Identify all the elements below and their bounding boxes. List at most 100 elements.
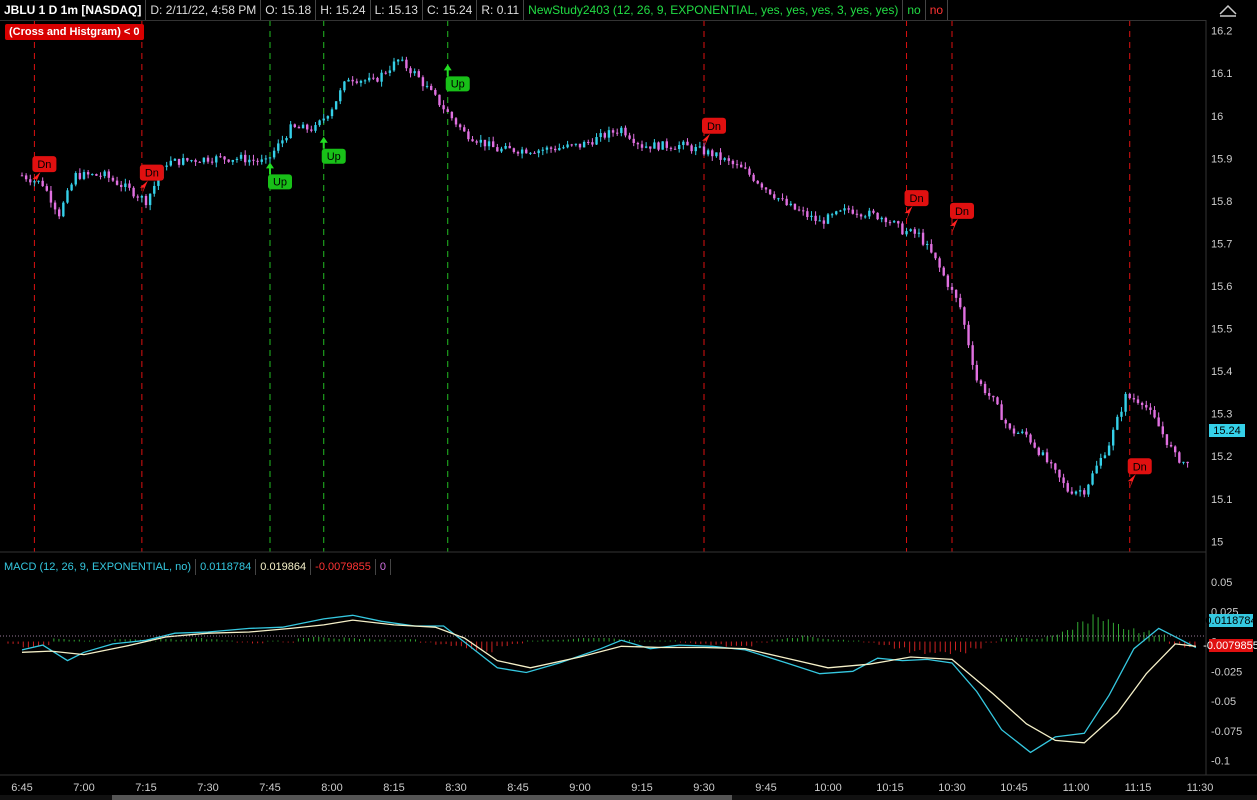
candle-body <box>657 142 660 150</box>
time-tick-label: 9:15 <box>631 782 652 794</box>
candle-body <box>851 209 854 214</box>
candle-body <box>198 161 201 163</box>
candle-body <box>376 77 379 82</box>
signal-marker-dn: Dn <box>950 202 974 233</box>
candle-body <box>388 70 392 73</box>
candle-body <box>727 158 730 161</box>
time-tick-label: 11:00 <box>1063 782 1090 794</box>
candle-body <box>239 154 243 159</box>
study-label[interactable]: NewStudy2403 (12, 26, 9, EXPONENTIAL, ye… <box>524 0 904 20</box>
signal-markers: Dn Dn Up Up Up Dn Dn Dn Dn <box>32 64 1152 489</box>
candle-body <box>959 297 962 308</box>
time-tick-label: 9:00 <box>569 782 590 794</box>
candle-body <box>173 158 177 161</box>
candle-body <box>231 159 234 162</box>
candle-body <box>644 146 648 148</box>
candle-body <box>516 151 520 154</box>
price-tick-label: 16 <box>1211 111 1223 123</box>
macd-header: MACD (12, 26, 9, EXPONENTIAL, no) 0.0118… <box>0 558 1206 576</box>
candle-body <box>1174 446 1177 453</box>
time-tick-label: 11:30 <box>1187 782 1214 794</box>
candle-body <box>1132 398 1136 400</box>
symbol-label[interactable]: JBLU 1 D 1m [NASDAQ] <box>0 0 147 20</box>
candle-body <box>1182 461 1185 463</box>
candle-body <box>1124 393 1127 412</box>
candle-body <box>711 150 714 157</box>
candle-body <box>756 180 759 184</box>
candle-body <box>1087 484 1090 495</box>
time-tick-label: 11:15 <box>1125 782 1152 794</box>
chart-canvas: Dn Dn Up Up Up Dn Dn Dn Dn 15 15.1 15.2 15.3 15.4 15.… <box>0 20 1257 794</box>
candle-body <box>595 137 598 145</box>
time-tick-label: 8:45 <box>507 782 528 794</box>
last-price-text: 15.24 <box>1213 425 1241 437</box>
candle-body <box>136 196 139 198</box>
candle-body <box>917 232 921 234</box>
macd-study-label[interactable]: MACD (12, 26, 9, EXPONENTIAL, no) <box>0 559 197 575</box>
candle-body <box>785 198 788 206</box>
signal-label: Dn <box>1133 461 1147 473</box>
candle-body <box>310 129 313 131</box>
candle-body <box>140 196 144 198</box>
candle-body <box>1140 402 1144 406</box>
candle-body <box>558 148 561 151</box>
macd-value-badge-text: 0.0118784 <box>1205 615 1256 627</box>
candle-body <box>132 187 135 197</box>
candle-body <box>401 59 404 61</box>
candle-body <box>153 185 156 194</box>
candle-body <box>702 146 706 155</box>
candle-body <box>1066 483 1069 492</box>
candle-body <box>773 194 776 199</box>
candle-body <box>1116 416 1119 430</box>
candle-body <box>562 147 565 149</box>
collapse-icon[interactable] <box>1206 0 1257 20</box>
signal-marker-dn: Dn <box>904 190 929 221</box>
candle-body <box>483 139 487 147</box>
candle-body <box>454 118 458 125</box>
candle-body <box>24 175 28 180</box>
candle-body <box>731 160 735 165</box>
candle-body <box>186 158 189 161</box>
candle-body <box>748 168 751 175</box>
candle-body <box>1136 399 1140 403</box>
candle-body <box>802 210 805 212</box>
candle-body <box>1186 461 1189 464</box>
candle-body <box>930 244 933 253</box>
candle-body <box>661 141 664 150</box>
candle-body <box>62 202 65 217</box>
candle-body <box>177 158 181 165</box>
candle-body <box>301 124 305 129</box>
candle-body <box>694 146 697 152</box>
time-tick-label: 9:30 <box>693 782 714 794</box>
time-tick-label: 7:15 <box>135 782 156 794</box>
candle-body <box>822 220 826 224</box>
scrollbar-thumb[interactable] <box>112 795 732 800</box>
candle-body <box>549 147 553 149</box>
candle-body <box>479 139 482 143</box>
candle-body <box>86 172 90 175</box>
candle-body <box>839 210 842 212</box>
candle-body <box>768 189 772 195</box>
candle-body <box>202 157 206 163</box>
candle-body <box>33 181 36 183</box>
candle-body <box>1153 409 1156 418</box>
candle-body <box>1045 452 1049 463</box>
candle-body <box>1099 457 1102 466</box>
price-tick-label: 15 <box>1211 536 1223 548</box>
candle-body <box>41 180 44 187</box>
candle-body <box>764 187 768 190</box>
candle-body <box>1120 411 1123 417</box>
horizontal-scrollbar[interactable] <box>0 795 1257 800</box>
candle-body <box>372 77 375 79</box>
candle-body <box>545 147 549 150</box>
candle-body <box>37 180 40 182</box>
candle-body <box>111 177 115 181</box>
candle-body <box>897 221 900 224</box>
candle-body <box>830 214 834 216</box>
candle-body <box>864 216 867 218</box>
candle-body <box>735 164 739 166</box>
candle-body <box>29 179 32 183</box>
candle-body <box>607 130 611 138</box>
candle-body <box>442 105 445 110</box>
candle-body <box>628 135 631 139</box>
